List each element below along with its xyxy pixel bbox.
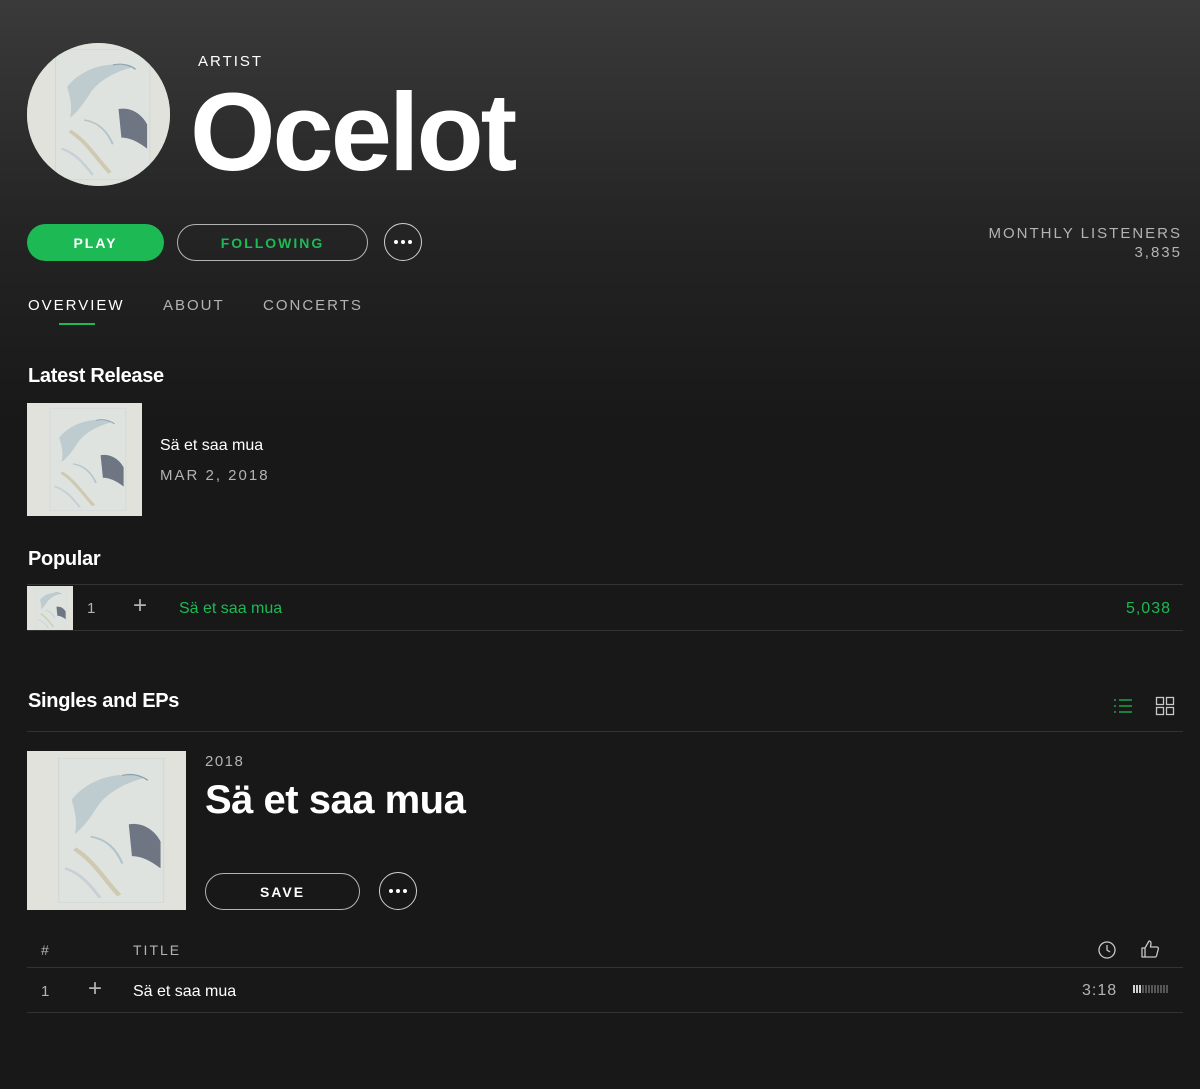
artist-name: Ocelot [190, 71, 517, 194]
popularity-segment [1151, 985, 1153, 993]
popularity-segment [1133, 985, 1135, 993]
popularity-segment [1139, 985, 1141, 993]
latest-release-date: MAR 2, 2018 [160, 467, 270, 484]
popularity-segment [1142, 985, 1144, 993]
ellipsis-icon [389, 889, 393, 893]
artist-kicker: ARTIST [198, 53, 264, 70]
divider [27, 1012, 1183, 1013]
list-view-icon[interactable] [1113, 696, 1133, 716]
column-number: # [41, 942, 51, 958]
track-title[interactable]: Sä et saa mua [179, 600, 282, 618]
popularity-segment [1160, 985, 1162, 993]
monthly-listeners-value: 3,835 [1134, 244, 1182, 261]
latest-release-name[interactable]: Sä et saa mua [160, 437, 263, 455]
track-title[interactable]: Sä et saa mua [133, 983, 236, 1001]
thumbs-up-icon[interactable] [1140, 939, 1160, 959]
artist-avatar [27, 43, 170, 186]
latest-release-cover[interactable] [27, 403, 142, 516]
table-row[interactable]: 1 + Sä et saa mua 5,038 [27, 585, 1183, 631]
save-button[interactable]: SAVE [205, 873, 360, 910]
monthly-listeners-label: MONTHLY LISTENERS [988, 225, 1182, 242]
ellipsis-icon [394, 240, 398, 244]
album-year: 2018 [205, 753, 245, 770]
grid-view-icon[interactable] [1155, 696, 1175, 716]
popular-heading: Popular [28, 548, 101, 570]
following-button[interactable]: FOLLOWING [177, 224, 368, 261]
album-cover[interactable] [27, 751, 186, 910]
popularity-segment [1163, 985, 1165, 993]
tab-concerts[interactable]: CONCERTS [263, 297, 363, 314]
popularity-segment [1136, 985, 1138, 993]
album-title[interactable]: Sä et saa mua [205, 778, 466, 823]
track-thumbnail [27, 586, 73, 631]
tab-overview[interactable]: OVERVIEW [28, 297, 125, 314]
popularity-segment [1166, 985, 1168, 993]
add-icon[interactable]: + [133, 594, 147, 618]
popularity-segment [1145, 985, 1147, 993]
column-title[interactable]: TITLE [133, 942, 181, 958]
track-number: 1 [87, 600, 96, 617]
latest-release-heading: Latest Release [28, 365, 164, 387]
popularity-segment [1157, 985, 1159, 993]
play-button[interactable]: PLAY [27, 224, 164, 261]
more-options-button[interactable] [384, 223, 422, 261]
popularity-segment [1148, 985, 1150, 993]
track-duration: 3:18 [1082, 982, 1118, 999]
singles-heading: Singles and EPs [28, 690, 180, 712]
album-more-options-button[interactable] [379, 872, 417, 910]
divider [27, 731, 1183, 732]
track-popularity [1133, 985, 1168, 993]
track-number: 1 [41, 983, 50, 1000]
clock-icon[interactable] [1097, 940, 1117, 960]
tab-about[interactable]: ABOUT [163, 297, 225, 314]
add-icon[interactable]: + [88, 977, 102, 1001]
table-row[interactable]: 1 + Sä et saa mua 3:18 [27, 968, 1183, 1012]
divider [27, 630, 1183, 631]
active-tab-indicator [59, 323, 95, 325]
track-play-count: 5,038 [1125, 600, 1171, 617]
popularity-segment [1154, 985, 1156, 993]
